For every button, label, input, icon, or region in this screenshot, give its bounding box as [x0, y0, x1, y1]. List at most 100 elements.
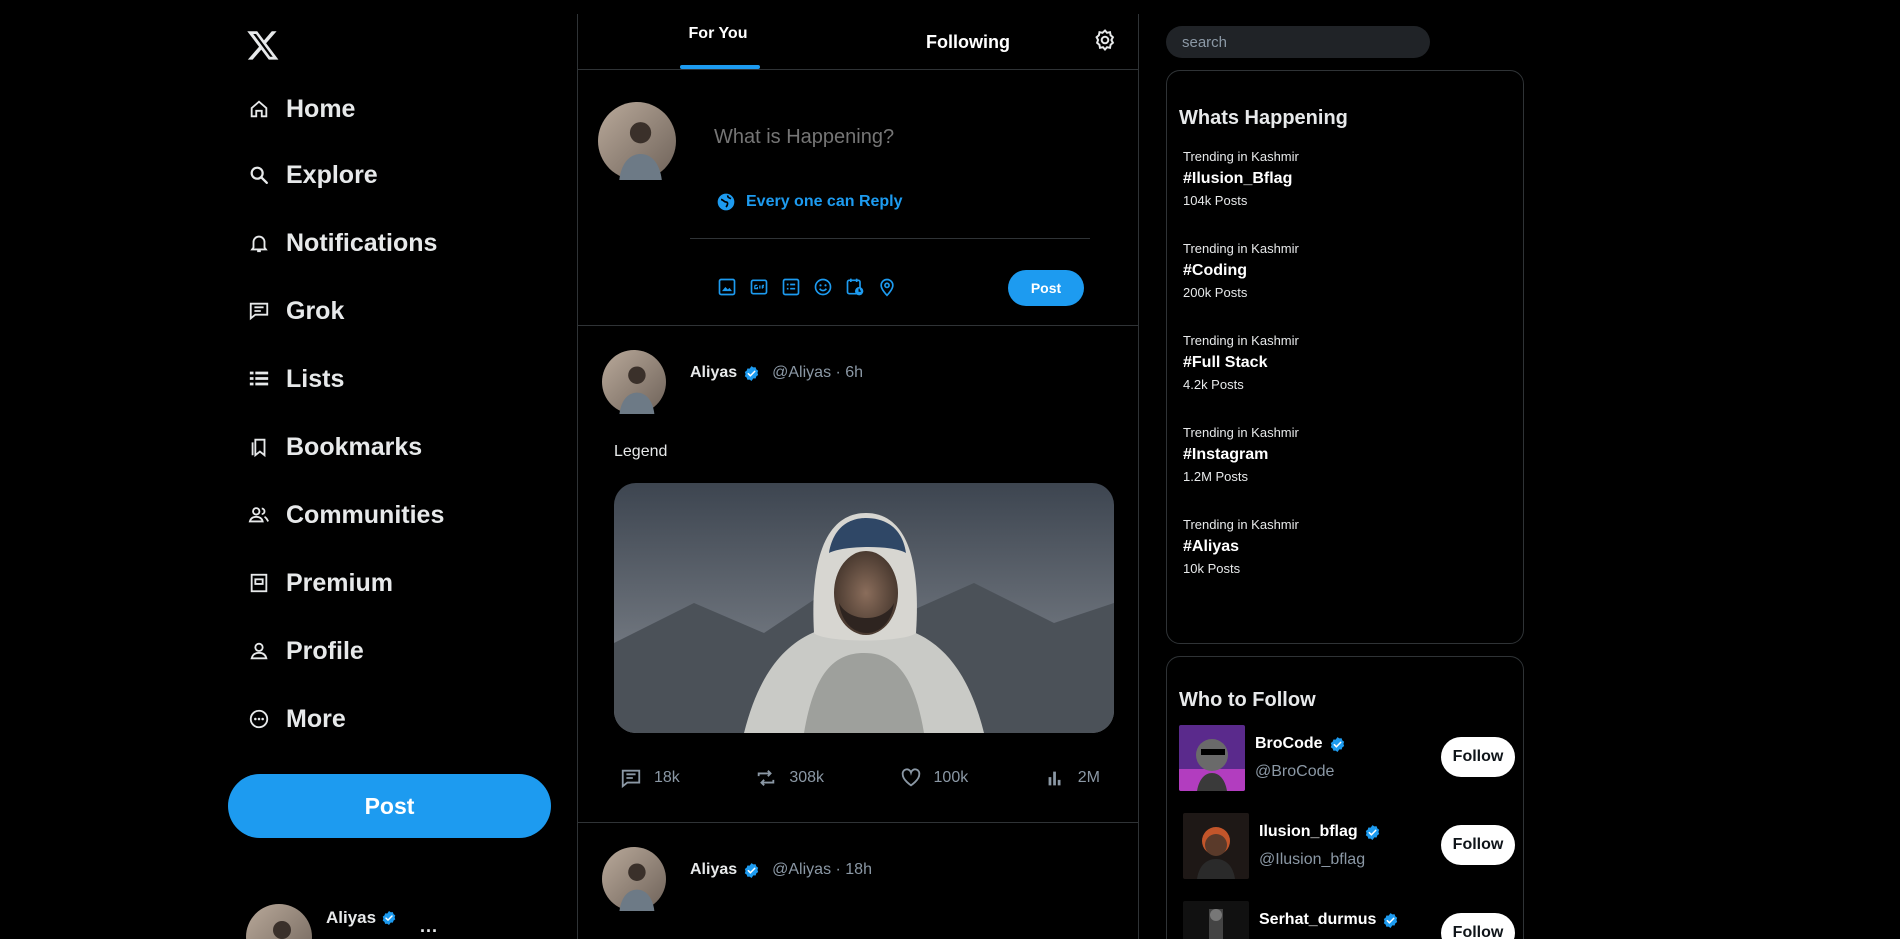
nav-item-label: Explore [286, 160, 378, 189]
avatar[interactable] [602, 847, 666, 911]
trend-item[interactable]: Trending in Kashmir #Coding 200k Posts [1183, 241, 1299, 300]
compose-post-button[interactable]: Post [1008, 270, 1084, 306]
tweet-actions: 18k 308k 100k 2M [620, 767, 1100, 789]
repost-icon [758, 770, 775, 786]
trend-item[interactable]: Trending in Kashmir #Ilusion_Bflag 104k … [1183, 149, 1299, 208]
verified-icon [743, 862, 760, 879]
nav-item-grok[interactable]: Grok [246, 291, 344, 331]
location-icon[interactable] [876, 276, 898, 298]
suggestion-handle: @Ilusion_bflag [1259, 851, 1366, 868]
tweet[interactable]: Aliyas @Aliyas · 18h [578, 823, 1138, 939]
account-switcher[interactable]: Aliyas ... [246, 904, 437, 939]
repost-button[interactable]: 308k [755, 767, 824, 789]
trend-item[interactable]: Trending in Kashmir #Instagram 1.2M Post… [1183, 425, 1299, 484]
nav-item-more[interactable]: More [246, 699, 346, 739]
avatar [1183, 901, 1249, 939]
reply-icon [621, 769, 641, 789]
divider [690, 238, 1090, 239]
left-sidebar: Home Explore Notifications Grok Lists Bo… [0, 0, 578, 939]
compose-toolbar [716, 276, 898, 298]
image-icon[interactable] [716, 276, 738, 298]
premium-icon [246, 570, 272, 596]
follow-button[interactable]: Follow [1441, 913, 1515, 939]
nav-item-label: Lists [286, 364, 345, 393]
avatar [1179, 725, 1245, 791]
nav-item-premium[interactable]: Premium [246, 563, 393, 603]
nav-item-bookmarks[interactable]: Bookmarks [246, 427, 422, 467]
bell-icon [246, 230, 272, 256]
tweet[interactable]: Aliyas @Aliyas · 6h Legend 18k 308k 100k… [578, 326, 1138, 823]
who-to-follow-panel: Who to Follow BroCode @BroCode Follow Il… [1166, 656, 1524, 939]
search-input[interactable] [1166, 26, 1430, 58]
follow-suggestion[interactable]: Ilusion_bflag @Ilusion_bflag Follow [1179, 813, 1515, 879]
home-icon [246, 96, 272, 122]
post-button[interactable]: Post [228, 774, 551, 838]
tweet-media[interactable] [614, 483, 1114, 733]
follow-suggestion[interactable]: Serhat_durmus Follow [1179, 901, 1515, 939]
nav-item-explore[interactable]: Explore [246, 155, 378, 195]
nav-item-label: Premium [286, 568, 393, 597]
grok-icon [246, 298, 272, 324]
reply-button[interactable]: 18k [620, 767, 680, 789]
tweet-handle-time: @Aliyas · 6h [772, 364, 864, 381]
emoji-icon[interactable] [812, 276, 834, 298]
schedule-icon[interactable] [844, 276, 866, 298]
views-icon [1048, 771, 1061, 786]
avatar [598, 102, 676, 180]
tweet-author-name[interactable]: Aliyas [690, 861, 737, 879]
avatar [1183, 813, 1249, 879]
follow-button[interactable]: Follow [1441, 737, 1515, 777]
nav-item-profile[interactable]: Profile [246, 631, 364, 671]
compose-input[interactable] [714, 126, 1094, 149]
trends-panel: Whats Happening Trending in Kashmir #Ilu… [1166, 70, 1524, 644]
who-to-follow-title: Who to Follow [1179, 689, 1316, 711]
post-composer: Every one can Reply Post [578, 70, 1138, 326]
verified-icon [381, 910, 397, 926]
nav-item-communities[interactable]: Communities [246, 495, 444, 535]
tweet-handle-time: @Aliyas · 18h [772, 861, 872, 878]
reply-setting[interactable]: Every one can Reply [716, 192, 903, 212]
poll-icon[interactable] [780, 276, 802, 298]
nav-item-notifications[interactable]: Notifications [246, 223, 437, 263]
x-logo-icon[interactable] [246, 28, 280, 62]
nav-item-label: Profile [286, 636, 364, 665]
nav-item-lists[interactable]: Lists [246, 359, 344, 399]
tweet-author-name[interactable]: Aliyas [690, 364, 737, 382]
nav-item-label: Bookmarks [286, 432, 423, 461]
tab-active-indicator [680, 65, 760, 69]
bookmark-icon [246, 434, 272, 460]
follow-suggestion[interactable]: BroCode @BroCode Follow [1179, 725, 1515, 791]
timeline: For You Following Every one can Reply Po… [577, 14, 1139, 939]
nav-item-label: Communities [286, 500, 445, 529]
tab-for-you[interactable]: For You [678, 6, 758, 62]
nav-item-label: Notifications [286, 228, 438, 257]
verified-icon [1382, 912, 1399, 929]
trend-item[interactable]: Trending in Kashmir #Aliyas 10k Posts [1183, 517, 1299, 576]
gif-icon[interactable] [748, 276, 770, 298]
tweet-text: Legend [614, 443, 668, 460]
verified-icon [743, 365, 760, 382]
avatar[interactable] [602, 350, 666, 414]
tab-following[interactable]: Following [908, 14, 1028, 70]
follow-button[interactable]: Follow [1441, 825, 1515, 865]
nav-item-label: More [286, 704, 346, 733]
communities-icon [246, 502, 272, 528]
more-icon [246, 706, 272, 732]
views-button[interactable]: 2M [1044, 767, 1100, 789]
gear-icon[interactable] [1093, 28, 1117, 52]
heart-icon [901, 768, 920, 787]
suggestion-name: Ilusion_bflag [1259, 823, 1381, 841]
nav-item-home[interactable]: Home [246, 89, 355, 129]
like-button[interactable]: 100k [900, 767, 968, 789]
tweet-header: Aliyas @Aliyas · 6h [690, 364, 863, 382]
avatar [246, 904, 312, 939]
tweet-header: Aliyas @Aliyas · 18h [690, 861, 872, 879]
account-name: Aliyas [326, 908, 397, 928]
suggestion-name: Serhat_durmus [1259, 911, 1399, 929]
suggestion-handle: @BroCode [1255, 763, 1335, 780]
timeline-tabs: For You Following [578, 14, 1138, 70]
globe-icon [717, 193, 735, 211]
nav-item-label: Home [286, 94, 356, 123]
account-more-icon[interactable]: ... [420, 916, 438, 937]
trend-item[interactable]: Trending in Kashmir #Full Stack 4.2k Pos… [1183, 333, 1299, 392]
